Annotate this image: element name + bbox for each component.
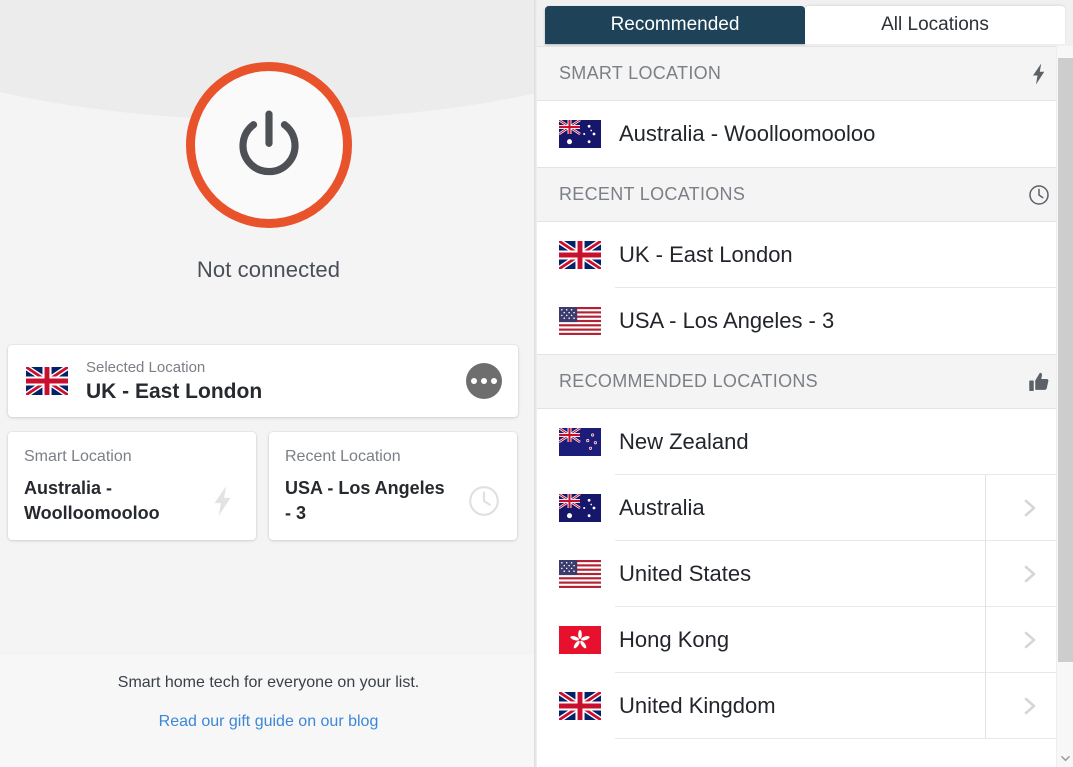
promo-text: Smart home tech for everyone on your lis… xyxy=(117,674,420,691)
section-header-recent-locations: RECENT LOCATIONS xyxy=(537,167,1073,222)
power-section: Not connected xyxy=(0,62,537,283)
selected-location-card[interactable]: Selected Location UK - East London xyxy=(8,345,518,417)
scrollbar-thumb[interactable] xyxy=(1058,58,1073,662)
clock-icon xyxy=(1029,184,1049,205)
au-flag-icon xyxy=(559,120,601,148)
vertical-scrollbar[interactable] xyxy=(1056,46,1073,767)
locations-tab-bar: Recommended All Locations xyxy=(537,0,1073,46)
us-flag-icon xyxy=(559,307,601,335)
dot xyxy=(481,378,487,384)
smart-location-card[interactable]: Smart Location Australia - Woolloomooloo xyxy=(8,432,256,540)
location-name: Australia - Woolloomooloo xyxy=(619,121,876,146)
scroll-down-arrow[interactable] xyxy=(1057,750,1073,767)
section-title: RECENT LOCATIONS xyxy=(559,184,746,204)
promo-section: Smart home tech for everyone on your lis… xyxy=(0,672,537,731)
smart-location-label: Smart Location xyxy=(24,448,132,465)
recent-location-label: Recent Location xyxy=(285,448,401,465)
uk-flag-icon xyxy=(559,692,601,720)
location-name: UK - East London xyxy=(619,242,793,267)
list-item[interactable]: Australia - Woolloomooloo xyxy=(537,101,1073,167)
selected-location-value: UK - East London xyxy=(86,379,263,403)
hk-flag-icon xyxy=(559,626,601,654)
location-name: New Zealand xyxy=(619,429,749,454)
list-item[interactable]: United Kingdom xyxy=(537,673,1073,739)
location-name: United Kingdom xyxy=(619,693,776,718)
tab-all-locations[interactable]: All Locations xyxy=(805,6,1065,44)
dot xyxy=(491,378,497,384)
selected-location-label: Selected Location xyxy=(86,358,206,376)
list-item[interactable]: UK - East London xyxy=(537,222,1073,288)
location-name: Australia xyxy=(619,495,705,520)
list-item[interactable]: Australia xyxy=(537,475,1073,541)
locations-panel: Recommended All Locations SMART LOCATION xyxy=(537,0,1073,767)
row-separator xyxy=(615,738,1073,739)
connection-status-text: Not connected xyxy=(196,257,341,282)
us-flag-icon xyxy=(559,560,601,588)
au-flag-icon xyxy=(559,494,601,522)
location-name: United States xyxy=(619,561,752,586)
section-title: SMART LOCATION xyxy=(559,63,722,83)
chevron-right-icon xyxy=(1024,565,1035,583)
more-options-button[interactable] xyxy=(466,363,502,399)
quick-location-cards: Smart Location Australia - Woolloomooloo… xyxy=(8,432,518,540)
power-button[interactable] xyxy=(185,62,352,228)
location-name: Hong Kong xyxy=(619,627,730,652)
list-item[interactable]: United States xyxy=(537,541,1073,607)
list-item[interactable]: New Zealand xyxy=(537,409,1073,475)
section-header-smart-location: SMART LOCATION xyxy=(537,46,1073,101)
connection-panel: Not connected Selected Location UK - Eas… xyxy=(0,0,537,767)
chevron-down-icon xyxy=(1061,755,1070,762)
power-icon xyxy=(238,110,299,176)
chevron-right-icon xyxy=(1024,697,1035,715)
list-item[interactable]: Hong Kong xyxy=(537,607,1073,673)
locations-list: SMART LOCATION Australia - Woolloomooloo… xyxy=(537,46,1073,767)
tab-recommended[interactable]: Recommended xyxy=(545,6,805,44)
location-name: USA - Los Angeles - 3 xyxy=(619,308,835,333)
nz-flag-icon xyxy=(559,428,601,456)
vpn-app-window: Not connected Selected Location UK - Eas… xyxy=(0,0,1073,767)
smart-location-value: Australia - Woolloomooloo xyxy=(24,478,160,523)
section-title: RECOMMENDED LOCATIONS xyxy=(559,371,818,391)
lightning-bolt-icon xyxy=(214,486,231,516)
uk-flag-icon xyxy=(26,367,68,395)
dot xyxy=(471,378,477,384)
recent-location-value: USA - Los Angeles - 3 xyxy=(285,478,445,523)
list-item[interactable]: USA - Los Angeles - 3 xyxy=(537,288,1073,354)
lightning-bolt-icon xyxy=(1033,63,1045,84)
recent-location-card[interactable]: Recent Location USA - Los Angeles - 3 xyxy=(269,432,517,540)
section-header-recommended-locations: RECOMMENDED LOCATIONS xyxy=(537,354,1073,409)
chevron-right-icon xyxy=(1024,499,1035,517)
selected-location-text: Selected Location UK - East London xyxy=(86,358,466,405)
promo-link[interactable]: Read our gift guide on our blog xyxy=(159,713,379,731)
clock-icon xyxy=(469,486,499,516)
chevron-right-icon xyxy=(1024,631,1035,649)
uk-flag-icon xyxy=(559,241,601,269)
thumbs-up-icon xyxy=(1029,372,1049,391)
